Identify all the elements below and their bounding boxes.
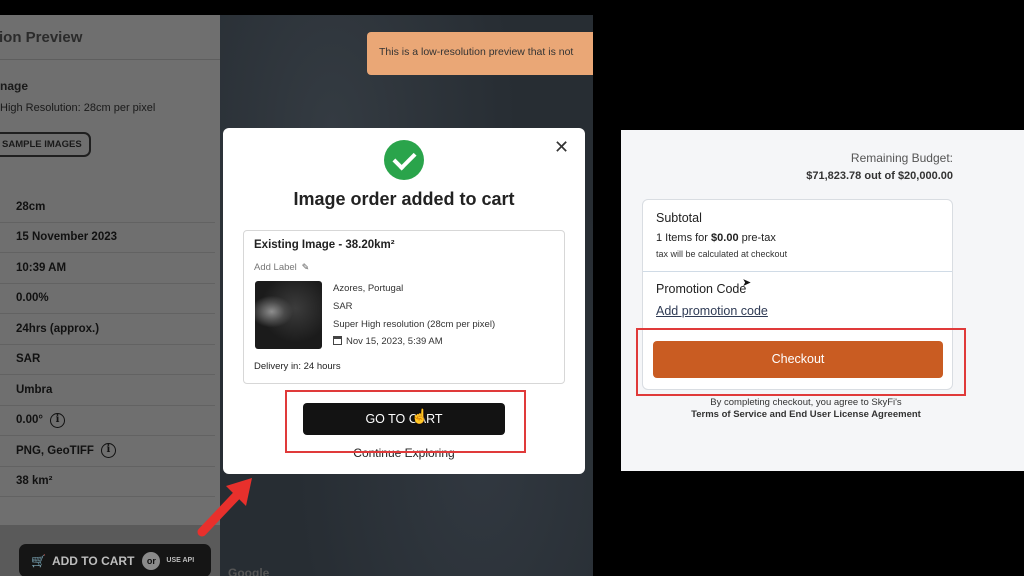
delivery-time: Delivery in: 24 hours	[254, 361, 341, 372]
sidebar-header: tion Preview	[0, 15, 220, 60]
items-suffix: pre-tax	[738, 232, 776, 244]
sample-images-button[interactable]: SAMPLE IMAGES	[0, 132, 91, 157]
low-resolution-banner: This is a low-resolution preview that is…	[367, 32, 593, 75]
modal-title: Image order added to cart	[293, 189, 515, 209]
terms-link[interactable]: Terms of Service and End User License Ag…	[621, 409, 991, 420]
resolution-text: High Resolution: 28cm per pixel	[0, 102, 156, 114]
google-logo: Google	[228, 566, 270, 576]
info-icon[interactable]: i	[49, 412, 65, 428]
add-label-text: Add Label	[254, 262, 297, 273]
spec-value: 15 November 2023	[16, 231, 118, 244]
add-label-link[interactable]: Add Label ✎	[254, 262, 309, 273]
arrow-cursor-icon: ➤	[742, 277, 752, 289]
order-card: Existing Image - 38.20km² Add Label ✎ Azo…	[243, 230, 565, 384]
add-promotion-code-link[interactable]: Add promotion code	[656, 304, 768, 318]
sidebar-title: tion Preview	[0, 29, 83, 46]
order-sensor: SAR	[333, 301, 353, 312]
add-to-cart-label: ADD TO CART	[51, 553, 135, 568]
cart-icon: 🛒	[31, 553, 46, 568]
hand-cursor-icon: ☝	[411, 408, 429, 424]
spec-row: 15 November 2023	[0, 223, 215, 253]
spec-value: 0.00°	[16, 414, 43, 427]
use-api-link[interactable]: USE API	[166, 557, 194, 564]
spec-row: 24hrs (approx.)	[0, 314, 215, 345]
spec-value: Umbra	[16, 383, 53, 396]
spec-value: 0.00%	[16, 292, 49, 305]
spec-row: 38 km²	[0, 467, 215, 497]
remaining-budget-value: $71,823.78 out of $20,000.00	[806, 170, 953, 182]
spec-value: PNG, GeoTIFF	[16, 444, 94, 457]
pencil-icon: ✎	[301, 262, 310, 272]
spec-row: 10:39 AM	[0, 253, 215, 284]
section-title: nage	[0, 79, 29, 93]
spec-row: SAR	[0, 345, 215, 375]
order-date: Nov 15, 2023, 5:39 AM	[346, 336, 443, 347]
subtotal-title: Subtotal	[656, 211, 702, 225]
add-to-cart-button[interactable]: 🛒 ADD TO CART or USE API	[19, 544, 211, 576]
order-location: Azores, Portugal	[333, 283, 404, 294]
items-prefix: 1 Items for	[656, 232, 712, 244]
spec-row: 0.00%	[0, 284, 215, 314]
subtotal-items: 1 Items for $0.00 pre-tax	[656, 232, 776, 244]
spec-value: SAR	[16, 353, 41, 366]
highlight-box-checkout	[636, 328, 966, 396]
remaining-budget-label: Remaining Budget:	[850, 151, 953, 165]
spec-value: 38 km²	[16, 475, 53, 488]
spec-value: 10:39 AM	[16, 261, 67, 274]
summary-divider	[643, 271, 952, 272]
spec-value: 24hrs (approx.)	[16, 322, 100, 335]
spec-row: 0.00° i	[0, 406, 215, 436]
info-icon[interactable]: i	[100, 443, 116, 459]
promotion-code-title: Promotion Code	[656, 282, 747, 296]
tax-note: tax will be calculated at checkout	[656, 249, 788, 259]
spec-value: 28cm	[16, 200, 46, 213]
order-resolution: Super High resolution (28cm per pixel)	[333, 319, 496, 330]
or-badge: or	[142, 551, 161, 570]
red-arrow-icon	[197, 478, 252, 537]
image-thumbnail	[255, 281, 322, 349]
sidebar: tion Preview nage High Resolution: 28cm …	[0, 15, 220, 576]
spec-list: 28cm 15 November 2023 10:39 AM 0.00% 24h…	[0, 192, 215, 497]
items-amount: $0.00	[711, 232, 739, 244]
close-icon[interactable]: ✕	[554, 137, 569, 158]
composite-screenshot: tion Preview nage High Resolution: 28cm …	[0, 0, 1024, 576]
spec-row: Umbra	[0, 375, 215, 406]
success-check-icon	[384, 140, 424, 180]
order-card-title: Existing Image - 38.20km²	[254, 239, 395, 251]
spec-row: 28cm	[0, 192, 215, 223]
checkout-disclaimer: By completing checkout, you agree to Sky…	[710, 397, 902, 408]
spec-row: PNG, GeoTIFF i	[0, 436, 215, 467]
calendar-icon	[333, 336, 342, 345]
checkout-panel: Remaining Budget: $71,823.78 out of $20,…	[621, 130, 1024, 471]
highlight-box-go-to-cart	[285, 390, 526, 453]
order-date-row: Nov 15, 2023, 5:39 AM	[333, 336, 443, 347]
